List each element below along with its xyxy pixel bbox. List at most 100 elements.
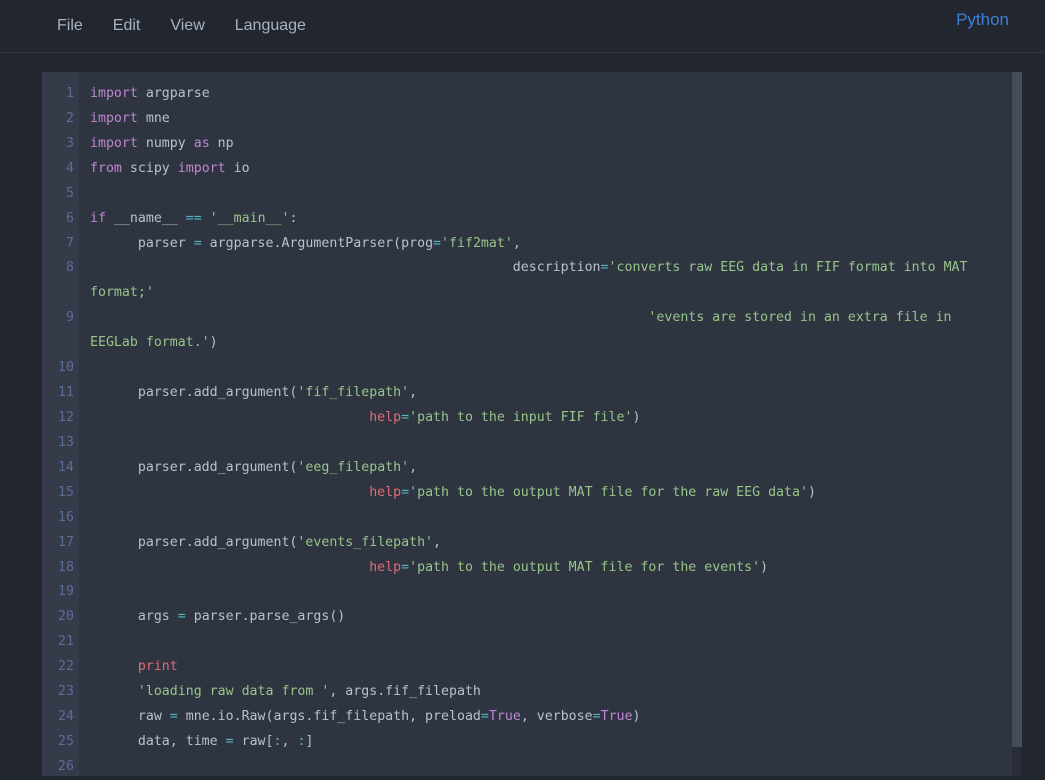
code-line[interactable]: parser.add_argument('fif_filepath',: [90, 381, 1012, 406]
code-token: __name__: [105, 210, 186, 226]
menu-bar: File Edit View Language Python: [0, 0, 1045, 53]
code-line[interactable]: import argparse: [90, 82, 1012, 107]
line-number: 16: [58, 509, 74, 525]
code-line[interactable]: raw = mne.io.Raw(args.fif_filepath, prel…: [90, 705, 1012, 730]
line-number: 13: [58, 434, 74, 450]
code-lines[interactable]: import argparse import mne import numpy as…: [79, 72, 1012, 776]
code-token: ,: [409, 459, 418, 475]
code-token: ): [632, 709, 641, 725]
code-line[interactable]: print: [90, 655, 1012, 680]
scrollbar-thumb[interactable]: [1012, 72, 1022, 747]
line-number: 9: [66, 310, 74, 326]
code-line[interactable]: args = parser.parse_args(): [90, 605, 1012, 630]
code-token: import: [90, 86, 138, 101]
line-number: 20: [58, 609, 74, 625]
code-token: argparse: [137, 86, 210, 101]
code-line[interactable]: 'loading raw data from ', args.fif_filep…: [90, 680, 1012, 705]
code-token: io: [225, 160, 250, 176]
code-token: EEGLab format.': [90, 335, 210, 351]
code-token: from: [90, 160, 122, 176]
code-token: , args.fif_filepath: [329, 684, 481, 700]
line-number: 14: [58, 459, 74, 475]
line-number: 7: [66, 235, 74, 251]
code-token: as: [193, 135, 210, 151]
code-token: help: [369, 484, 402, 500]
code-line[interactable]: format;': [90, 281, 1012, 306]
code-token: 'eeg_filepath': [297, 459, 410, 475]
code-line[interactable]: if __name__ == '__main__':: [90, 207, 1012, 232]
code-line[interactable]: from scipy import io: [90, 157, 1012, 182]
language-indicator[interactable]: Python: [956, 10, 1009, 30]
code-line[interactable]: [90, 630, 1012, 655]
code-line[interactable]: [90, 182, 1012, 207]
code-line[interactable]: help='path to the output MAT file for th…: [90, 481, 1012, 506]
menu-item-file[interactable]: File: [57, 17, 83, 35]
code-token: =: [193, 235, 202, 251]
menu-items: File Edit View Language: [0, 17, 306, 35]
code-line[interactable]: EEGLab format.'): [90, 331, 1012, 356]
code-token: np: [209, 135, 234, 151]
code-token: mne.io.Raw(args.fif_filepath, preload: [177, 709, 481, 725]
code-token: ): [807, 484, 816, 500]
code-line[interactable]: parser.add_argument('events_filepath',: [90, 531, 1012, 556]
code-line[interactable]: parser.add_argument('eeg_filepath',: [90, 456, 1012, 481]
code-token: ==: [185, 210, 202, 226]
menu-item-view[interactable]: View: [170, 17, 204, 35]
code-line[interactable]: parser = argparse.ArgumentParser(prog='f…: [90, 232, 1012, 257]
code-token: if: [90, 210, 106, 226]
code-line[interactable]: [90, 356, 1012, 381]
code-token: argparse.ArgumentParser(prog: [201, 235, 434, 251]
line-number: 12: [58, 409, 74, 425]
code-token: =: [177, 609, 186, 625]
code-token: =: [401, 409, 410, 425]
code-token: parser.parse_args(): [185, 609, 346, 625]
code-line[interactable]: [90, 506, 1012, 531]
code-line[interactable]: import numpy as np: [90, 132, 1012, 157]
line-number: 22: [58, 659, 74, 675]
code-token: :: [289, 210, 298, 226]
code-token: =: [600, 260, 609, 276]
line-number: 6: [66, 210, 74, 226]
vertical-scrollbar[interactable]: [1012, 72, 1022, 776]
line-number: 18: [58, 559, 74, 575]
line-number: 21: [58, 634, 74, 650]
code-token: raw: [90, 709, 170, 725]
code-editor[interactable]: 1 2 3 4 5 6 7 8 9 10 11 12 13 14 15 16 17 18 19 20 21 22 23 24 2…: [42, 72, 1022, 776]
code-token: 'path to the output MAT file for the raw…: [409, 484, 808, 500]
line-number: 23: [58, 684, 74, 700]
code-token: , verbose: [520, 709, 593, 725]
line-number: 19: [58, 584, 74, 600]
code-line[interactable]: data, time = raw[:, :]: [90, 730, 1012, 755]
code-line[interactable]: help='path to the input FIF file'): [90, 406, 1012, 431]
code-line[interactable]: [90, 755, 1012, 776]
code-token: print: [137, 659, 178, 675]
line-number: 25: [58, 733, 74, 749]
menu-item-edit[interactable]: Edit: [113, 17, 141, 35]
code-line[interactable]: description='converts raw EEG data in FI…: [90, 256, 1012, 281]
menu-item-language[interactable]: Language: [235, 17, 306, 35]
code-line[interactable]: [90, 580, 1012, 605]
code-token: ,: [281, 733, 298, 749]
code-line[interactable]: import mne: [90, 107, 1012, 132]
line-number: 5: [66, 185, 74, 201]
code-token: ]: [305, 733, 314, 749]
line-number: 17: [58, 534, 74, 550]
code-token: 'path to the output MAT file for the eve…: [409, 559, 761, 575]
code-token: 'events are stored in an extra file in: [648, 310, 952, 326]
code-line[interactable]: help='path to the output MAT file for th…: [90, 556, 1012, 581]
code-token: format;': [90, 285, 154, 301]
code-token: scipy: [121, 160, 178, 176]
code-token: =: [592, 709, 601, 725]
code-token: import: [90, 135, 138, 151]
code-token: ): [632, 409, 641, 425]
code-line[interactable]: [90, 431, 1012, 456]
code-line[interactable]: 'events are stored in an extra file in: [90, 306, 1012, 331]
code-token: 'fif2mat': [441, 235, 513, 251]
